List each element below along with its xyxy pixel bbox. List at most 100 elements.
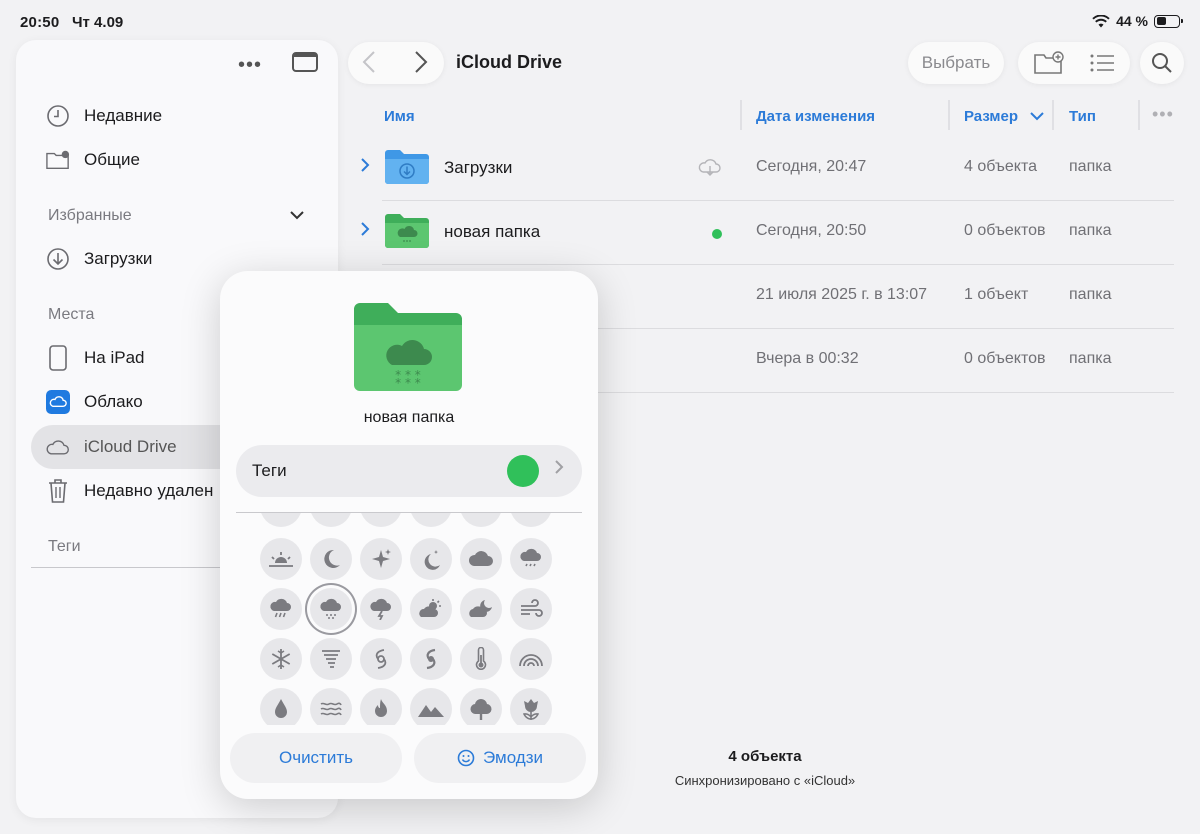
- cloud-app-icon: [46, 390, 70, 414]
- back-chevron-icon[interactable]: [362, 50, 376, 81]
- file-size: 4 объекта: [964, 158, 1037, 175]
- forward-chevron-icon[interactable]: [414, 50, 428, 81]
- status-time: 20:50: [20, 14, 60, 31]
- navigation-pill: [348, 42, 444, 84]
- thermometer-icon[interactable]: [460, 638, 502, 680]
- column-separator[interactable]: [740, 100, 742, 130]
- sidebar-item-label: Недавно удален: [84, 481, 214, 500]
- file-name: Загрузки: [444, 158, 513, 177]
- wind-icon[interactable]: [510, 588, 552, 630]
- chevron-right-icon: [554, 458, 564, 481]
- water-waves-icon[interactable]: [310, 688, 352, 725]
- select-button[interactable]: Выбрать: [908, 42, 1004, 84]
- sidebar-item-on-ipad[interactable]: На iPad: [46, 340, 144, 376]
- status-bar: 20:50 Чт 4.09 44 %: [0, 0, 1200, 40]
- disclosure-chevron-icon[interactable]: [360, 157, 370, 177]
- disclosure-chevron-icon[interactable]: [360, 221, 370, 241]
- sparkles-icon[interactable]: [360, 538, 402, 580]
- cloud-icon[interactable]: [460, 538, 502, 580]
- column-header-kind[interactable]: Тип: [1069, 108, 1096, 125]
- sunset-icon[interactable]: [260, 538, 302, 580]
- weather-icon[interactable]: [410, 513, 452, 527]
- search-button[interactable]: [1140, 42, 1184, 84]
- new-folder-icon[interactable]: [1034, 51, 1064, 75]
- page-title: iCloud Drive: [456, 52, 563, 72]
- weather-icon[interactable]: [510, 513, 552, 527]
- tags-label: Теги: [252, 461, 287, 480]
- list-view-icon[interactable]: [1090, 53, 1114, 73]
- table-row[interactable]: Загрузки Сегодня, 20:47 4 объекта папка: [352, 137, 1174, 201]
- table-row[interactable]: новая папка Сегодня, 20:50 0 объектов па…: [352, 201, 1174, 265]
- weather-icon[interactable]: [310, 513, 352, 527]
- sidebar-item-label: Общие: [84, 150, 140, 169]
- file-kind: папка: [1069, 222, 1112, 239]
- sidebar-item-label: На iPad: [84, 348, 145, 367]
- sidebar-item-downloads[interactable]: Загрузки: [46, 241, 152, 277]
- snow-cloud-folder-icon: [385, 214, 429, 248]
- column-separator[interactable]: [948, 100, 950, 130]
- emoji-button-label: Эмодзи: [482, 748, 543, 767]
- sidebar-item-icloud-drive[interactable]: iCloud Drive: [46, 429, 177, 465]
- cloud-bolt-icon[interactable]: [360, 588, 402, 630]
- snow-cloud-folder-icon: * * * * * *: [354, 303, 462, 391]
- tropical-storm-icon[interactable]: [410, 638, 452, 680]
- file-kind: папка: [1069, 158, 1112, 175]
- hurricane-icon[interactable]: [360, 638, 402, 680]
- svg-text:* * *: * * *: [395, 376, 421, 390]
- sidebar-item-label: Недавние: [84, 106, 163, 125]
- clear-button-label: Очистить: [278, 748, 353, 767]
- snowflake-icon[interactable]: [260, 638, 302, 680]
- ellipsis-icon[interactable]: •••: [238, 54, 262, 77]
- file-date: Сегодня, 20:47: [756, 158, 867, 175]
- cloud-moon-icon[interactable]: [460, 588, 502, 630]
- symbol-grid: [220, 513, 598, 725]
- clear-button[interactable]: Очистить: [230, 733, 402, 783]
- columns-more-icon[interactable]: •••: [1152, 104, 1174, 125]
- trash-icon: [46, 479, 70, 503]
- file-size: 0 объектов: [964, 222, 1046, 239]
- battery-percent: 44 %: [1116, 13, 1148, 29]
- weather-icon[interactable]: [460, 513, 502, 527]
- column-header-date[interactable]: Дата изменения: [756, 108, 875, 125]
- column-header-name[interactable]: Имя: [384, 108, 415, 125]
- file-kind: папка: [1069, 286, 1112, 303]
- column-separator[interactable]: [1138, 100, 1140, 130]
- weather-icon[interactable]: [260, 513, 302, 527]
- battery-icon: [1154, 14, 1183, 28]
- rainbow-icon[interactable]: [510, 638, 552, 680]
- cloud-rain-icon[interactable]: [260, 588, 302, 630]
- weather-icon[interactable]: [360, 513, 402, 527]
- sidebar-item-label: iCloud Drive: [84, 437, 177, 456]
- moon-icon[interactable]: [310, 538, 352, 580]
- column-header-size[interactable]: Размер: [964, 108, 1018, 125]
- chevron-down-icon[interactable]: [290, 210, 304, 220]
- sidebar-item-cloud[interactable]: Облако: [46, 384, 143, 420]
- sidebar-item-recents[interactable]: Недавние: [46, 98, 162, 134]
- cloud-drizzle-icon[interactable]: [510, 538, 552, 580]
- mountains-icon[interactable]: [410, 688, 452, 725]
- tree-icon[interactable]: [460, 688, 502, 725]
- status-date: Чт 4.09: [72, 14, 124, 31]
- flower-icon[interactable]: [510, 688, 552, 725]
- cloud-sun-icon[interactable]: [410, 588, 452, 630]
- tornado-icon[interactable]: [310, 638, 352, 680]
- green-tag-swatch[interactable]: [507, 455, 539, 487]
- cloud-snow-icon[interactable]: [310, 588, 352, 630]
- status-right: 44 %: [1092, 13, 1183, 29]
- tags-row[interactable]: Теги: [236, 445, 582, 497]
- sidebar-toggle-icon[interactable]: [292, 52, 318, 72]
- sidebar-item-recently-deleted[interactable]: Недавно удален: [46, 473, 213, 509]
- moon-stars-icon[interactable]: [410, 538, 452, 580]
- download-circle-icon: [46, 247, 70, 271]
- flame-icon[interactable]: [360, 688, 402, 725]
- emoji-button[interactable]: Эмодзи: [414, 733, 586, 783]
- cloud-download-icon[interactable]: [698, 157, 722, 177]
- file-date: 21 июля 2025 г. в 13:07: [756, 286, 928, 303]
- drop-icon[interactable]: [260, 688, 302, 725]
- file-size: 0 объектов: [964, 350, 1046, 367]
- file-size: 1 объект: [964, 286, 1029, 303]
- sidebar-item-shared[interactable]: Общие: [46, 142, 140, 178]
- sort-chevron-down-icon[interactable]: [1030, 112, 1044, 121]
- column-separator[interactable]: [1052, 100, 1054, 130]
- ipad-icon: [46, 345, 70, 371]
